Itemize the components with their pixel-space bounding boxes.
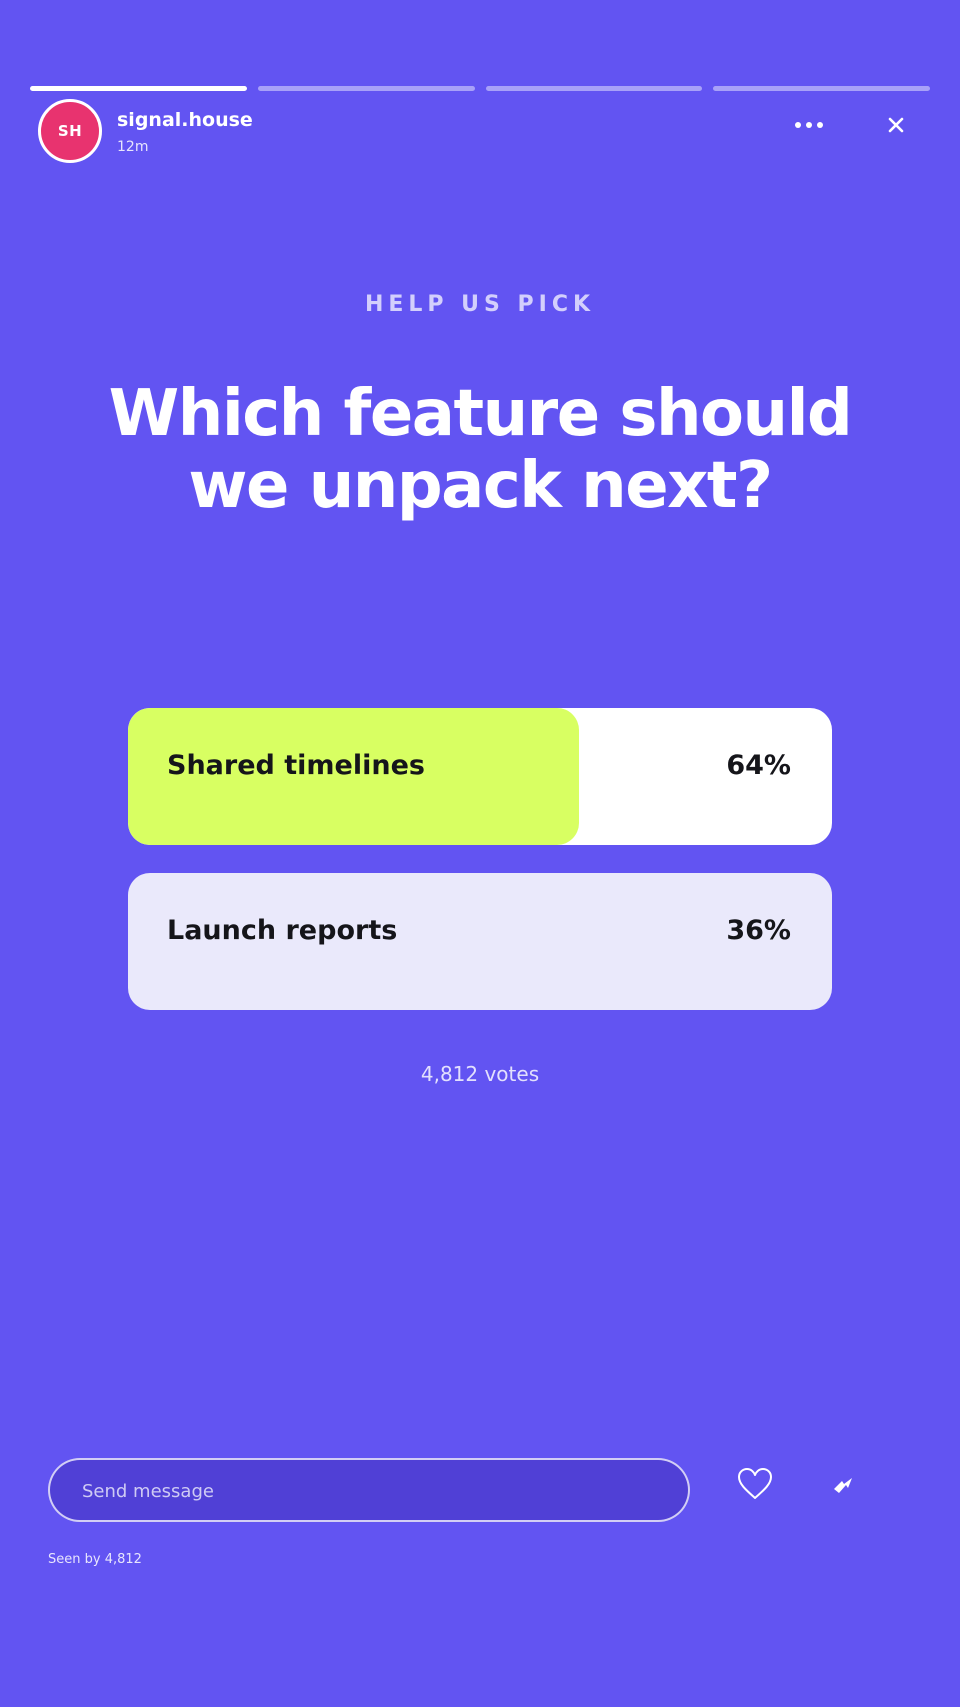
progress-segment-1 <box>30 86 247 91</box>
story-progress <box>30 86 930 92</box>
story-eyebrow: HELP US PICK <box>364 292 596 317</box>
heart-icon <box>738 1468 772 1499</box>
more-options-button[interactable] <box>786 109 832 141</box>
seen-by: Seen by 4,812 <box>48 1552 142 1567</box>
share-button[interactable] <box>830 1475 860 1499</box>
share-icon <box>834 1478 852 1493</box>
poll-option-percent: 64% <box>726 750 791 781</box>
poll-option-label: Launch reports <box>167 915 398 946</box>
more-horizontal-icon <box>795 122 801 128</box>
poll-option-label: Shared timelines <box>167 750 425 781</box>
close-button[interactable] <box>880 109 912 141</box>
more-dot <box>806 122 812 128</box>
more-dot <box>817 122 823 128</box>
message-composer[interactable] <box>48 1458 690 1522</box>
avatar-initials: SH <box>57 122 83 140</box>
vote-count: 4,812 votes <box>420 1062 540 1086</box>
progress-segment-3 <box>485 86 703 91</box>
poll-option-launch-reports[interactable]: Launch reports 36% <box>128 873 832 1010</box>
progress-segment-2 <box>257 86 475 91</box>
like-button[interactable] <box>736 1465 774 1503</box>
poll-option-percent: 36% <box>726 915 791 946</box>
author-name[interactable]: signal.house <box>117 109 253 131</box>
message-input[interactable] <box>80 1460 668 1522</box>
avatar[interactable]: SH <box>38 99 102 163</box>
post-time: 12m <box>117 139 149 155</box>
story-header: SH signal.house 12m <box>38 99 922 163</box>
question-line-2: we unpack next? <box>188 449 773 523</box>
poll-option-shared-timelines[interactable]: Shared timelines 64% <box>128 708 832 845</box>
poll-question: Which feature should we unpack next? <box>100 378 860 522</box>
progress-segment-4 <box>713 86 930 91</box>
progress-fill-1 <box>30 86 247 91</box>
question-line-1: Which feature should <box>108 377 853 451</box>
close-icon <box>888 117 904 133</box>
